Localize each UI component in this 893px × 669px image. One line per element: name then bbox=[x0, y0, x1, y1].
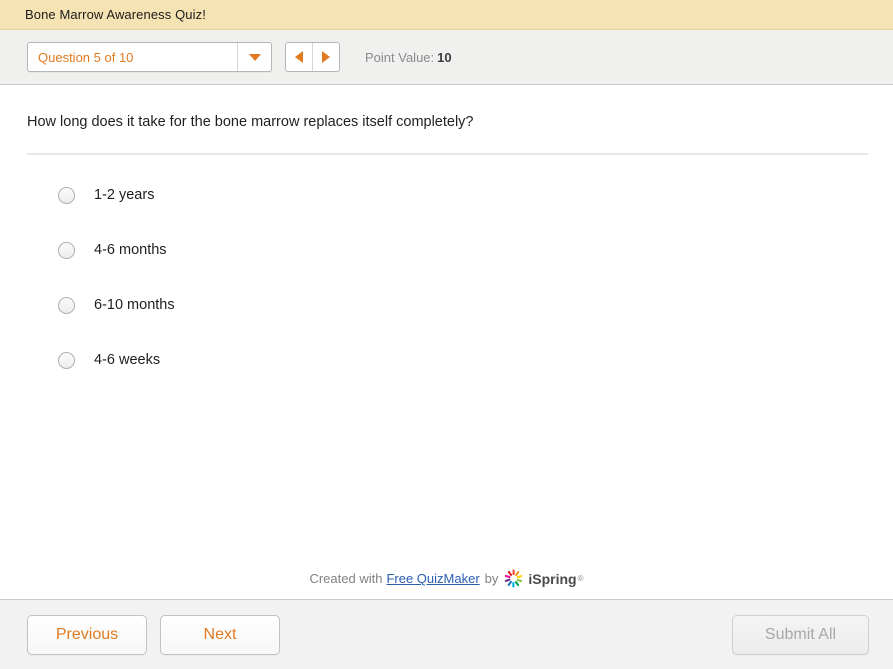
ispring-pinwheel-icon bbox=[505, 569, 523, 588]
answer-option-label: 4-6 weeks bbox=[94, 352, 161, 369]
triangle-right-icon bbox=[322, 51, 330, 63]
free-quizmaker-link[interactable]: Free QuizMaker bbox=[386, 571, 479, 586]
radio-button-icon[interactable] bbox=[58, 186, 75, 204]
footer-bar: Previous Next Submit All bbox=[0, 599, 893, 669]
point-value-number: 10 bbox=[437, 49, 452, 65]
next-question-button[interactable] bbox=[313, 43, 339, 71]
question-text: How long does it take for the bone marro… bbox=[27, 114, 474, 130]
question-panel: How long does it take for the bone marro… bbox=[0, 85, 893, 599]
next-button[interactable]: Next bbox=[160, 614, 280, 655]
answer-options-list: 1-2 years 4-6 months 6-10 months 4-6 wee… bbox=[0, 180, 893, 375]
answer-option[interactable]: 6-10 months bbox=[58, 290, 893, 320]
previous-button[interactable]: Previous bbox=[27, 614, 147, 655]
answer-option-label: 1-2 years bbox=[94, 187, 155, 204]
triangle-left-icon bbox=[295, 51, 303, 63]
quiz-title: Bone Marrow Awareness Quiz! bbox=[25, 7, 206, 22]
trademark-symbol: ® bbox=[577, 574, 584, 583]
point-value: Point Value: 10 bbox=[365, 50, 452, 65]
chevron-down-icon[interactable] bbox=[238, 43, 271, 71]
submit-all-button[interactable]: Submit All bbox=[732, 614, 869, 655]
branding-by: by bbox=[484, 571, 499, 586]
quiz-player: Bone Marrow Awareness Quiz! Question 5 o… bbox=[0, 0, 893, 669]
question-nav-group bbox=[285, 42, 340, 72]
answer-option[interactable]: 4-6 months bbox=[58, 235, 893, 265]
ispring-wordmark: iSpring bbox=[528, 570, 577, 587]
question-selector-value: Question 5 of 10 bbox=[38, 49, 134, 65]
radio-button-icon[interactable] bbox=[58, 241, 75, 259]
radio-button-icon[interactable] bbox=[58, 296, 75, 314]
answer-option[interactable]: 4-6 weeks bbox=[58, 345, 893, 375]
toolbar: Question 5 of 10 Point Value: 10 bbox=[0, 30, 893, 85]
branding-footer: Created with Free QuizMaker by iSpring ® bbox=[0, 569, 893, 588]
question-selector-dropdown[interactable]: Question 5 of 10 bbox=[27, 42, 272, 72]
radio-button-icon[interactable] bbox=[58, 351, 75, 369]
point-value-label: Point Value: bbox=[365, 49, 435, 65]
answer-option-label: 6-10 months bbox=[94, 297, 175, 314]
branding-prefix: Created with bbox=[309, 571, 383, 586]
answer-option-label: 4-6 months bbox=[94, 242, 167, 259]
title-bar: Bone Marrow Awareness Quiz! bbox=[0, 0, 893, 30]
answer-option[interactable]: 1-2 years bbox=[58, 180, 893, 210]
question-divider bbox=[27, 153, 868, 156]
previous-question-button[interactable] bbox=[286, 43, 312, 71]
